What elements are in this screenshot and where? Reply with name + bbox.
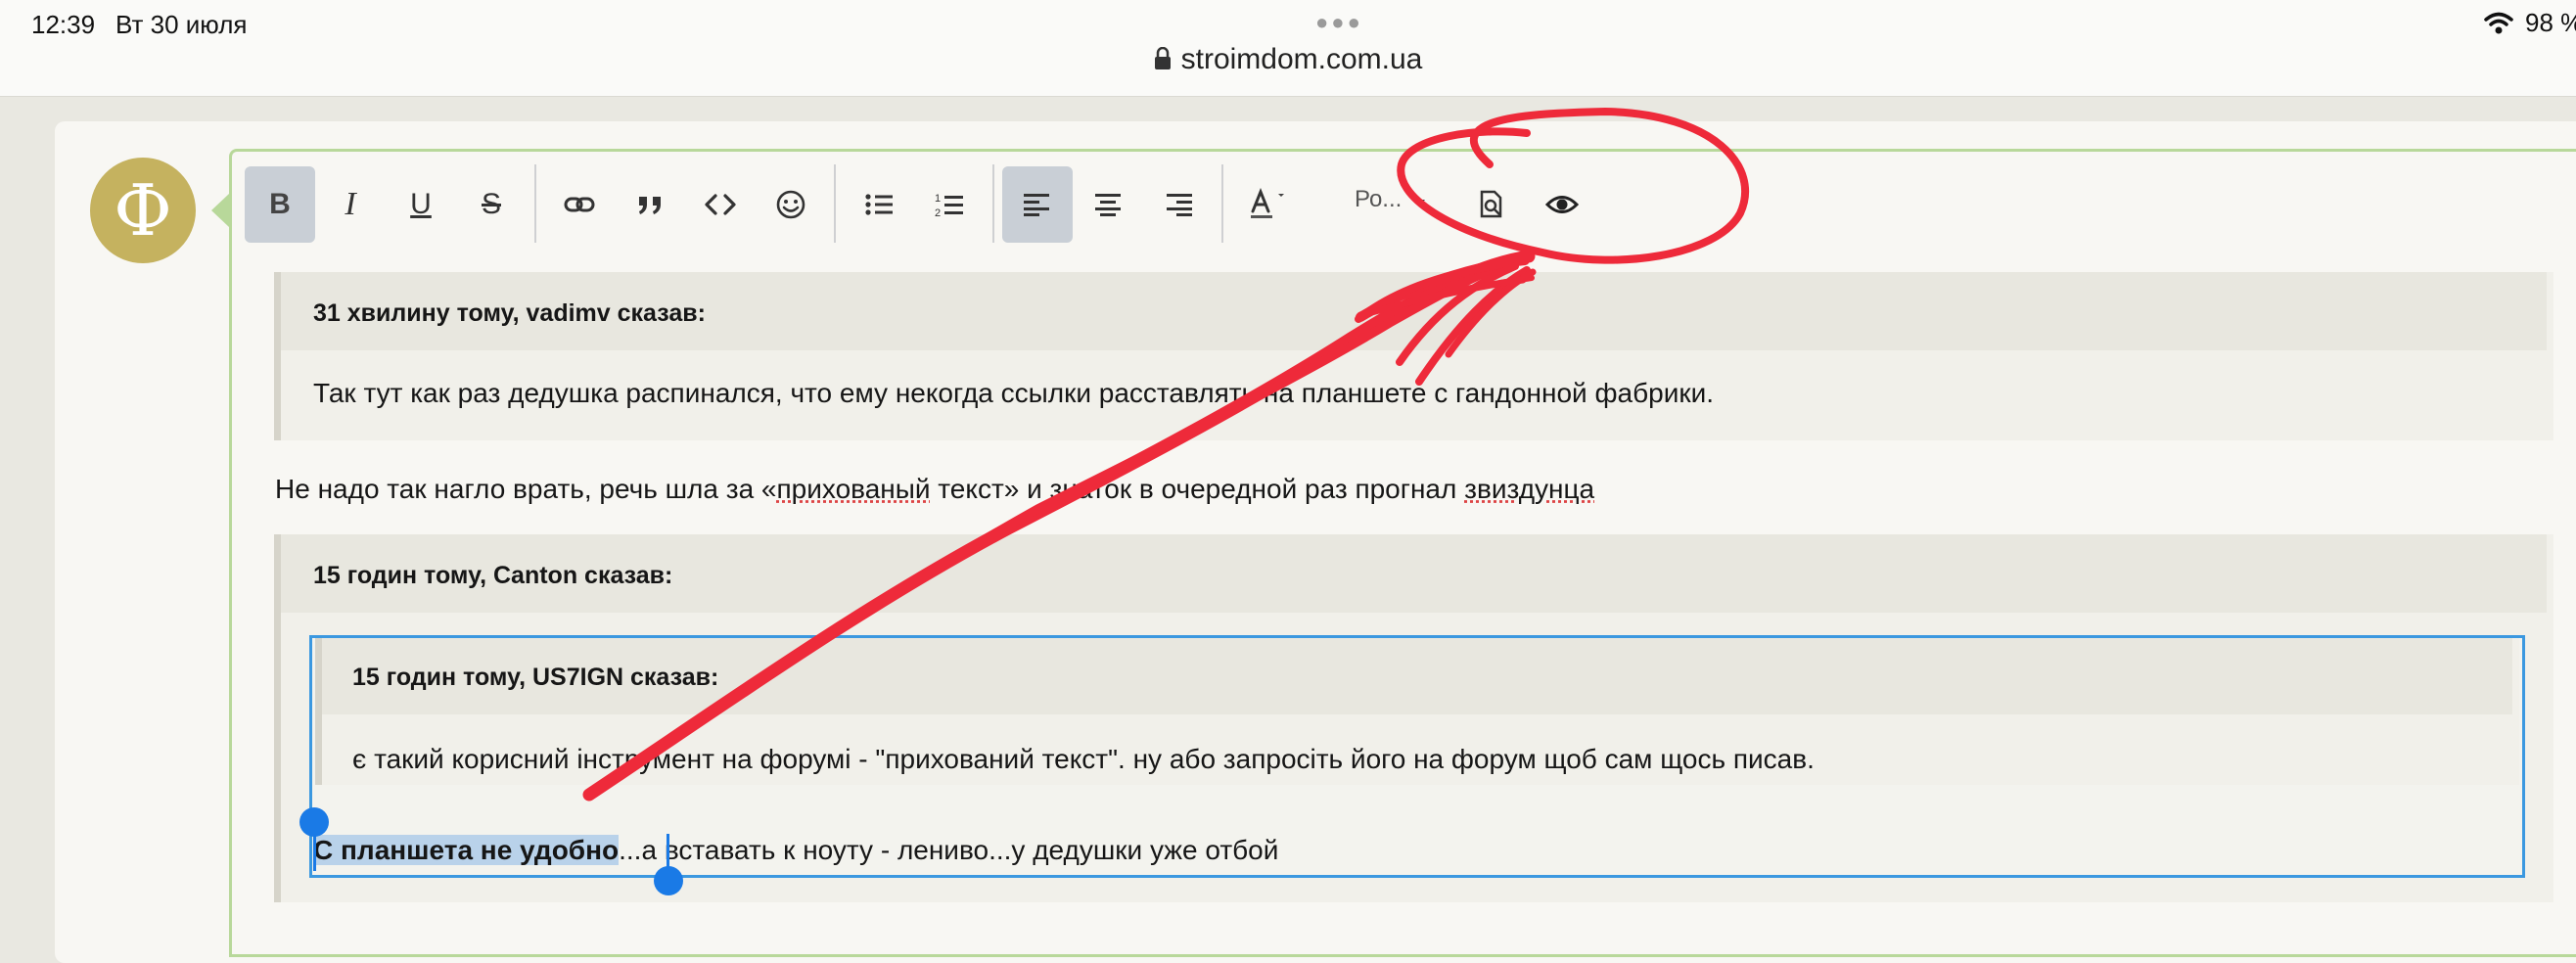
red-annotation-drawing: [582, 108, 1749, 802]
